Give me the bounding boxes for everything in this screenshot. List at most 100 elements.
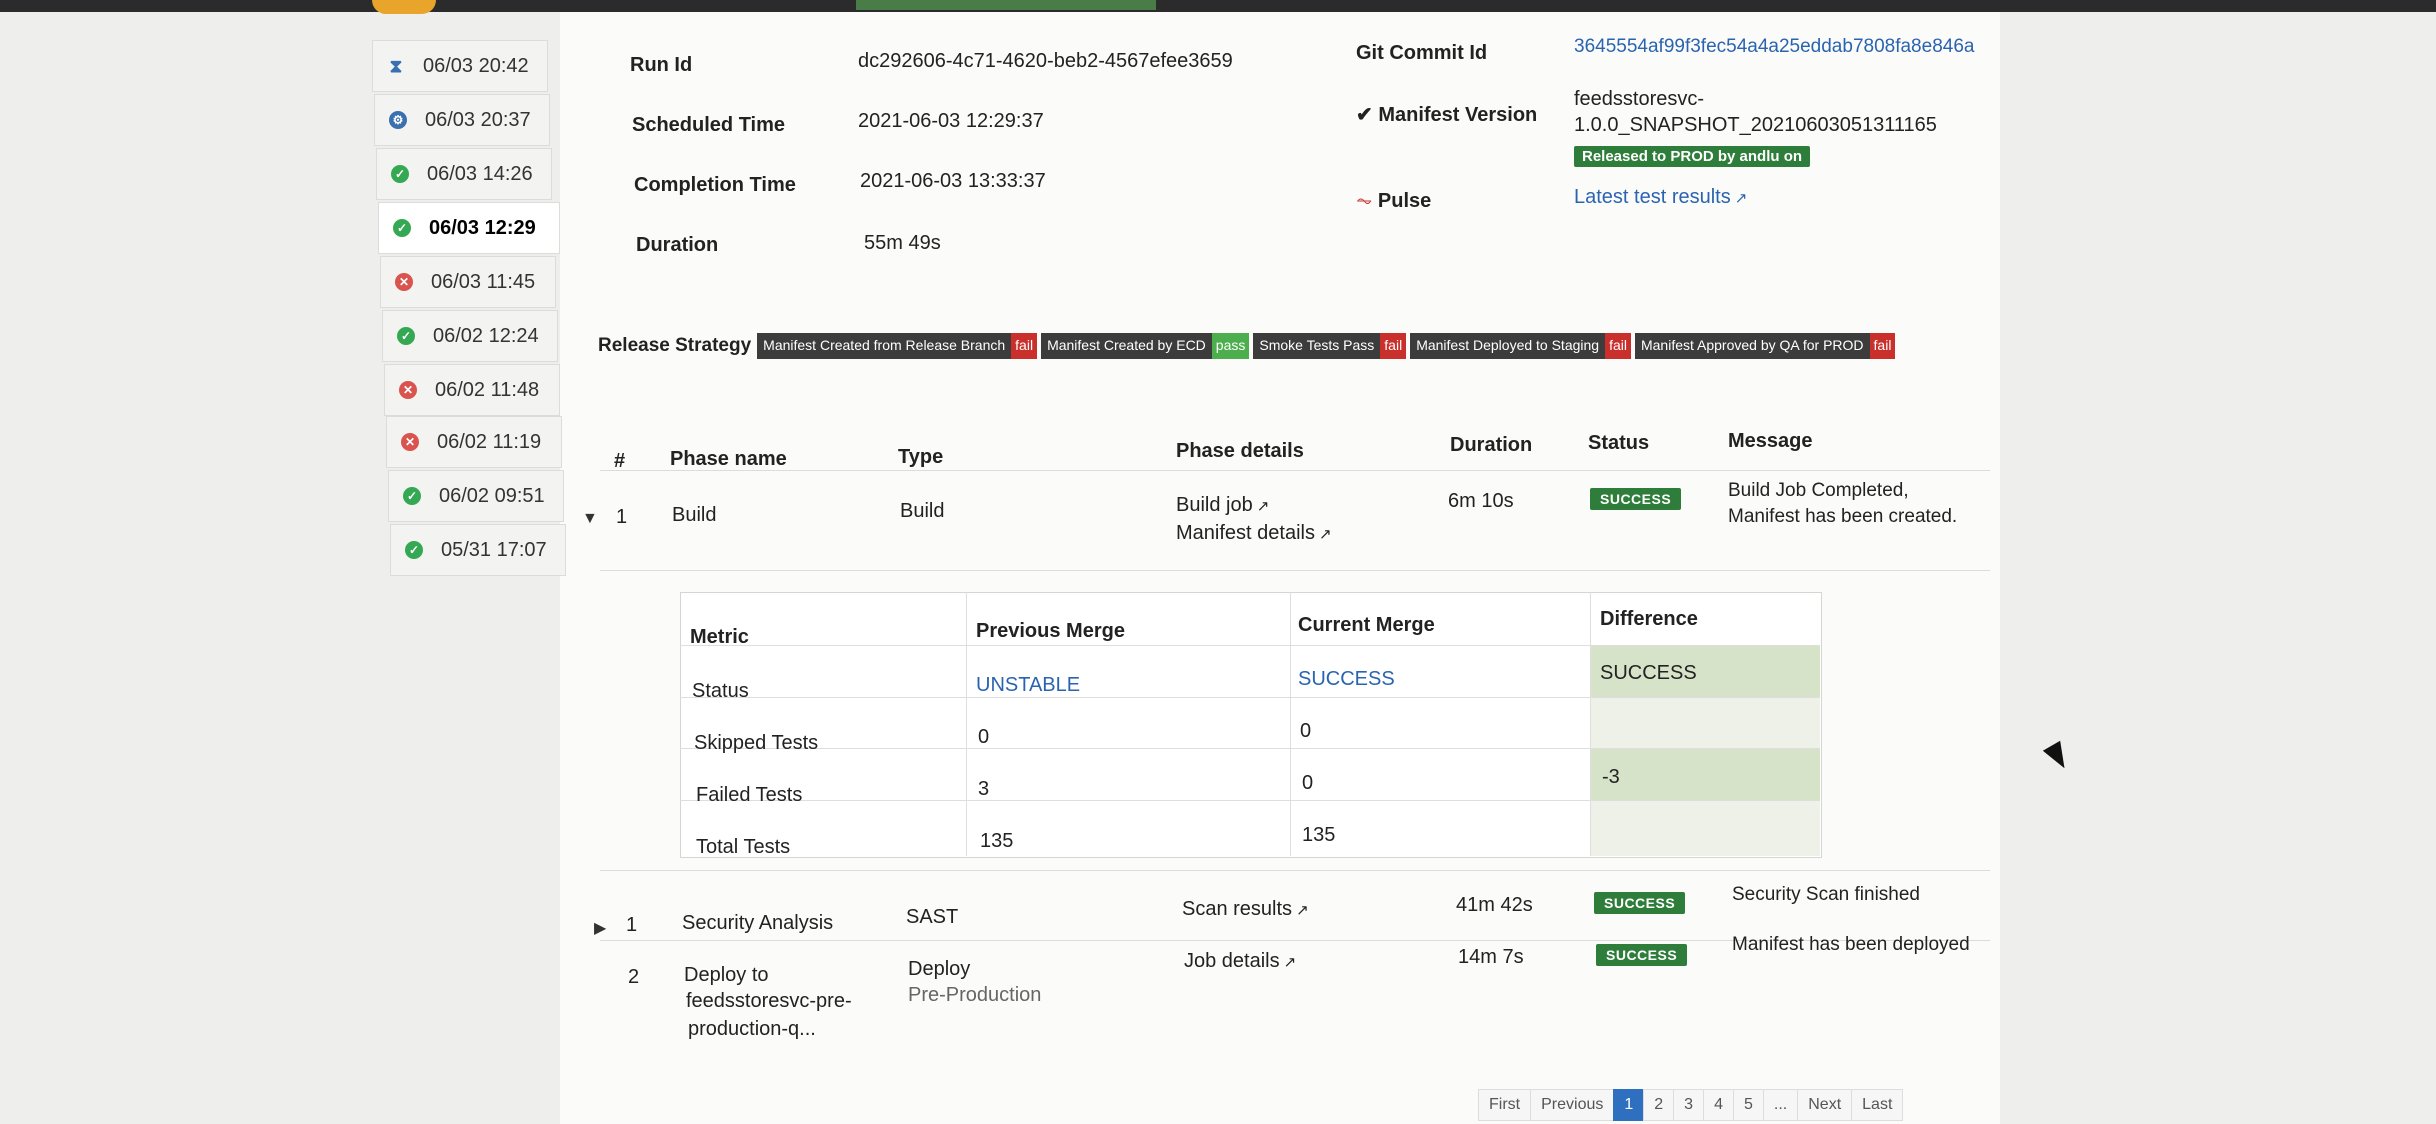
strategy-chip: Smoke Tests Pass fail (1253, 333, 1407, 359)
metric-name: Skipped Tests (694, 732, 819, 754)
caret-down-icon[interactable]: ▼ (582, 510, 598, 528)
external-link-icon: ↗ (1318, 526, 1332, 543)
col-header-phase-name: Phase name (670, 448, 787, 470)
status-badge: SUCCESS (1590, 488, 1682, 510)
scan-results-link[interactable]: Scan results ↗ (1182, 898, 1309, 921)
phase-type: Build (900, 500, 945, 522)
metric-name: Failed Tests (696, 784, 803, 806)
phase-name: Build (672, 504, 717, 526)
page-1[interactable]: 1 (1613, 1089, 1645, 1121)
completion-value: 2021-06-03 13:33:37 (860, 170, 1046, 192)
metrics-row-divider (680, 697, 1820, 698)
strategy-chip: Manifest Created by ECD pass (1041, 333, 1250, 359)
completion-label: Completion Time (634, 174, 796, 196)
phase-type: SAST (906, 906, 959, 928)
pulse-icon: ⏦ (1356, 190, 1373, 212)
gear-icon: ⚙ (389, 111, 407, 129)
header-divider (600, 470, 1990, 471)
x-circle-icon: ✕ (401, 433, 419, 451)
run-id-label: Run Id (630, 54, 693, 76)
app-logo (372, 0, 436, 14)
check-icon: ✔ (1356, 104, 1373, 126)
run-item[interactable]: ✕ 06/03 11:45 (380, 256, 556, 308)
metrics-row-divider (680, 800, 1820, 801)
metric-current: 0 (1302, 772, 1314, 794)
top-bar (0, 0, 2436, 12)
run-item[interactable]: ✓ 06/02 09:51 (388, 470, 564, 522)
metric-previous: UNSTABLE (976, 674, 1081, 696)
status-fail: fail (1380, 333, 1407, 359)
run-item[interactable]: ✓ 06/03 14:26 (376, 148, 552, 200)
latest-test-results-link[interactable]: Latest test results ↗ (1574, 186, 1747, 209)
git-commit-link[interactable]: 3645554af99f3fec54a4a25eddab7808fa8e846a (1574, 36, 1974, 58)
mouse-cursor (2042, 740, 2074, 774)
check-circle-icon: ✓ (393, 219, 411, 237)
status-badge: SUCCESS (1594, 892, 1686, 914)
duration-value: 55m 49s (864, 232, 941, 254)
page-next[interactable]: Next (1797, 1089, 1853, 1121)
page-3[interactable]: 3 (1673, 1089, 1705, 1121)
manifest-details-link[interactable]: Manifest details ↗ (1176, 522, 1332, 545)
x-circle-icon: ✕ (399, 381, 417, 399)
metric-current: 135 (1302, 824, 1336, 846)
strategy-chip: Manifest Deployed to Staging fail (1410, 333, 1631, 359)
run-item[interactable]: ✕ 06/02 11:19 (386, 416, 562, 468)
phase-message: Manifest has been created. (1728, 506, 1958, 527)
run-time: 06/02 11:48 (435, 378, 540, 401)
pulse-label[interactable]: ⏦ Pulse (1356, 190, 1431, 213)
metrics-col-divider (1290, 592, 1291, 856)
run-time: 05/31 17:07 (441, 538, 547, 561)
caret-right-icon[interactable]: ▶ (594, 918, 606, 938)
run-time: 06/02 11:19 (437, 430, 542, 453)
page-4[interactable]: 4 (1703, 1089, 1734, 1121)
metric-name: Total Tests (696, 836, 791, 858)
row-divider (600, 570, 1990, 571)
duration-label: Duration (636, 234, 719, 256)
page-first[interactable]: First (1478, 1089, 1532, 1121)
metrics-col-divider (966, 592, 967, 856)
run-item[interactable]: ⚙ 06/03 20:37 (374, 94, 550, 146)
page-5[interactable]: 5 (1732, 1089, 1764, 1121)
col-header-duration: Duration (1450, 434, 1533, 456)
run-time: 06/03 20:42 (423, 54, 529, 77)
col-header-message: Message (1728, 430, 1813, 452)
phase-duration: 6m 10s (1448, 490, 1514, 512)
build-job-link[interactable]: Build job ↗ (1176, 494, 1269, 517)
pagination: First Previous 1 2 3 4 5 ... Next Last (1478, 1088, 1904, 1122)
metric-current: 0 (1300, 720, 1312, 742)
difference-highlight (1590, 748, 1820, 800)
status-pass: pass (1211, 333, 1250, 359)
run-item[interactable]: ✓ 05/31 17:07 (390, 524, 566, 576)
external-link-icon: ↗ (1283, 954, 1297, 971)
page-ellipsis: ... (1762, 1089, 1799, 1121)
x-circle-icon: ✕ (395, 273, 413, 291)
page-last[interactable]: Last (1851, 1089, 1904, 1121)
manifest-version-line1: feedsstoresvc- (1574, 88, 1705, 110)
metrics-header-previous: Previous Merge (976, 620, 1125, 642)
job-details-link[interactable]: Job details ↗ (1184, 950, 1296, 973)
run-item[interactable]: ✕ 06/02 11:48 (384, 364, 560, 416)
run-item-selected[interactable]: ✓ 06/03 12:29 (378, 202, 560, 254)
status-fail: fail (1869, 333, 1896, 359)
metric-current: SUCCESS (1298, 668, 1395, 690)
phase-num: 1 (626, 914, 638, 936)
phase-type: Deploy (908, 958, 971, 980)
status-fail: fail (1605, 333, 1631, 359)
phase-name: Security Analysis (682, 912, 834, 934)
phase-name: production-q... (688, 1018, 816, 1040)
run-item[interactable]: ⧗ 06/03 20:42 (372, 40, 548, 92)
release-strategy: Release Strategy Manifest Created from R… (598, 332, 1899, 360)
run-time: 06/03 20:37 (425, 108, 531, 131)
hourglass-icon: ⧗ (389, 55, 403, 76)
run-time: 06/03 14:26 (427, 162, 533, 185)
run-item[interactable]: ✓ 06/02 12:24 (382, 310, 558, 362)
phase-subtype: Pre-Production (908, 984, 1042, 1006)
git-commit-label: Git Commit Id (1356, 42, 1488, 64)
release-strategy-title: Release Strategy (598, 335, 752, 356)
page-2[interactable]: 2 (1643, 1089, 1675, 1121)
status-fail: fail (1011, 333, 1038, 359)
metrics-header-current: Current Merge (1298, 614, 1435, 636)
manifest-version-label: ✔ Manifest Version (1356, 104, 1538, 126)
metrics-header-metric: Metric (690, 626, 749, 648)
page-previous[interactable]: Previous (1530, 1089, 1615, 1121)
